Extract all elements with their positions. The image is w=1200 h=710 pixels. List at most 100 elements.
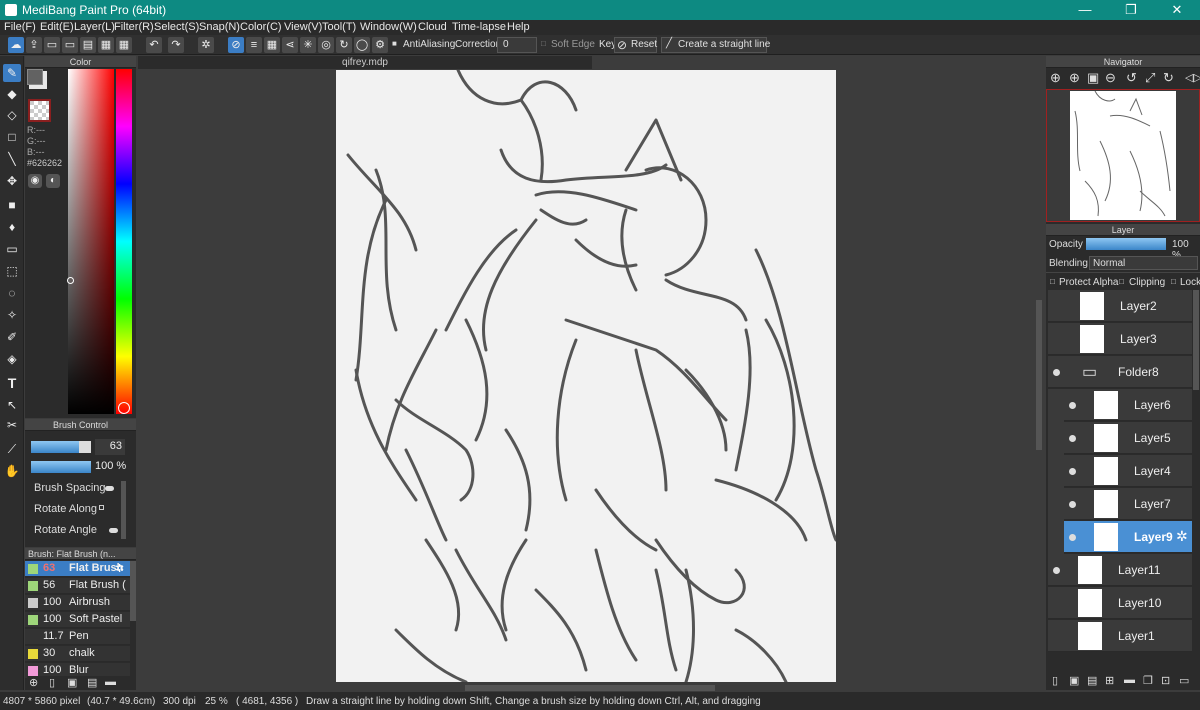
rectangle-tool-icon[interactable]: □ [3, 128, 21, 146]
menu-color[interactable]: Color(C) [240, 21, 282, 33]
vanish-snap-icon[interactable]: ⋖ [282, 37, 298, 53]
dot-eraser-icon[interactable]: ◇ [3, 106, 21, 124]
lock-checkbox[interactable]: □ [1171, 277, 1176, 286]
new-halftone-layer-icon[interactable]: ▤ [1087, 674, 1097, 687]
fit-icon[interactable]: ▣ [1087, 70, 1099, 86]
hue-slider-marker[interactable] [118, 402, 130, 414]
brush-item[interactable]: 30 chalk [25, 646, 130, 662]
rotate-angle-slider[interactable] [109, 528, 118, 533]
visibility-icon[interactable] [1053, 369, 1060, 376]
visibility-icon[interactable] [1069, 402, 1076, 409]
brush-opacity-slider[interactable] [31, 461, 91, 473]
close-button[interactable]: ✕ [1154, 0, 1200, 20]
brush-tool-icon[interactable]: ✎ [3, 64, 21, 82]
maximize-button[interactable]: ❐ [1108, 0, 1154, 20]
drawing-canvas[interactable] [336, 70, 836, 682]
primary-color-swatch[interactable] [27, 69, 43, 85]
layer-row-layer10[interactable]: Layer10 [1048, 587, 1192, 619]
menu-snap[interactable]: Snap(N) [199, 21, 240, 33]
bucket-tool-icon[interactable]: ♦ [3, 218, 21, 236]
text-tool-icon[interactable]: T [3, 374, 21, 392]
menu-filter[interactable]: Filter(R) [114, 21, 154, 33]
transparent-color-swatch[interactable] [28, 99, 51, 122]
add-brush-icon[interactable]: ⊕ [29, 676, 38, 689]
edit-brush-icon[interactable]: ▣ [67, 676, 77, 689]
clipping-checkbox[interactable]: □ [1119, 277, 1124, 286]
eyedropper-icon[interactable]: ⟋ [3, 440, 21, 458]
minimize-button[interactable]: — [1062, 0, 1108, 20]
hand-tool-icon[interactable]: ✋ [3, 462, 21, 480]
line-tool-icon[interactable]: ╲ [3, 150, 21, 168]
comment-icon[interactable]: ▭ [44, 37, 60, 53]
duplicate-layer-icon[interactable]: ❐ [1143, 674, 1153, 687]
layer-row-layer9[interactable]: Layer9 ✲ [1064, 521, 1192, 553]
settings-icon[interactable]: ⚙ [372, 37, 388, 53]
rotate-along-checkbox[interactable] [99, 505, 104, 510]
menu-layer[interactable]: Layer(L) [74, 21, 115, 33]
eraser-tool-icon[interactable]: ◆ [3, 85, 21, 103]
color-wheel-icon[interactable]: ◐ [46, 174, 60, 188]
rotate-left-icon[interactable]: ↺ [1126, 70, 1137, 86]
menu-timelapse[interactable]: Time-lapse [452, 21, 506, 33]
reset-button[interactable]: ⊘ Reset [614, 37, 657, 53]
layer-row-layer2[interactable]: Layer2 [1048, 290, 1192, 322]
visibility-icon[interactable] [1069, 435, 1076, 442]
brush-settings-icon[interactable]: ✲ [115, 562, 124, 575]
brush-item[interactable]: 11.7 Pen [25, 629, 130, 645]
menu-cloud[interactable]: Cloud [418, 21, 447, 33]
sparkle-icon[interactable]: ✲ [198, 37, 214, 53]
document-tab[interactable]: qifrey.mdp [138, 56, 592, 69]
saturation-value-field[interactable] [68, 69, 114, 414]
menu-window[interactable]: Window(W) [360, 21, 417, 33]
delete-layer-icon[interactable]: ▭ [1179, 674, 1189, 687]
operation-tool-icon[interactable]: ↖ [3, 396, 21, 414]
menu-select[interactable]: Select(S) [154, 21, 199, 33]
antialiasing-checkbox[interactable]: ■ [392, 39, 397, 48]
new-folder-icon[interactable]: ▬ [1124, 674, 1135, 686]
visibility-icon[interactable] [1069, 534, 1076, 541]
color-picker-marker[interactable] [67, 277, 74, 284]
straight-line-button[interactable]: ╱ Create a straight line [661, 37, 770, 53]
cross-snap-icon[interactable]: ▦ [264, 37, 280, 53]
lasso-tool-icon[interactable]: ◌ [3, 284, 21, 302]
protect-alpha-checkbox[interactable]: □ [1050, 277, 1055, 286]
magic-wand-icon[interactable]: ✧ [3, 306, 21, 324]
navigator-preview[interactable] [1046, 89, 1200, 222]
add-layer-icon[interactable]: ⊞ [1105, 674, 1114, 687]
parallel-snap-icon[interactable]: ≡ [246, 37, 262, 53]
blending-select[interactable]: Normal [1089, 256, 1198, 270]
move-tool-icon[interactable]: ✥ [3, 172, 21, 190]
rotate-right-icon[interactable]: ↻ [1163, 70, 1174, 86]
palette-icon[interactable]: ◉ [28, 174, 42, 188]
layer-row-layer4[interactable]: Layer4 [1064, 455, 1192, 487]
menu-view[interactable]: View(V) [284, 21, 322, 33]
ellipse-snap-icon[interactable]: ◯ [354, 37, 370, 53]
brush-size-slider[interactable] [31, 441, 91, 453]
panel-icon[interactable]: ▦ [98, 37, 114, 53]
merge-layer-icon[interactable]: ⊡ [1161, 674, 1170, 687]
menu-tool[interactable]: Tool(T) [322, 21, 356, 33]
new-brush-icon[interactable]: ▯ [49, 676, 55, 689]
layer-list-scrollbar[interactable] [1193, 290, 1199, 390]
page-icon[interactable]: ▤ [80, 37, 96, 53]
circle-snap-icon[interactable]: ◎ [318, 37, 334, 53]
brush-size-value[interactable]: 63 [95, 439, 125, 455]
brush-item[interactable]: 56 Flat Brush ( [25, 578, 130, 594]
layer-row-layer11[interactable]: Layer11 [1048, 554, 1192, 586]
cloud-icon[interactable]: ☁ [8, 37, 24, 53]
zoom-in-icon[interactable]: ⊕ [1050, 70, 1061, 86]
undo-icon[interactable]: ↶ [146, 37, 162, 53]
layer-row-layer6[interactable]: Layer6 [1064, 389, 1192, 421]
layer-row-layer5[interactable]: Layer5 [1064, 422, 1192, 454]
brush-spacing-slider[interactable] [105, 486, 114, 491]
brush-control-scrollbar[interactable] [121, 481, 126, 539]
canvas-horizontal-scrollbar[interactable] [465, 685, 715, 691]
visibility-icon[interactable] [1069, 468, 1076, 475]
flip-horizontal-icon[interactable]: ◁▷ [1185, 71, 1200, 84]
brush-item-flat-brush[interactable]: 63 Flat Brush ✲ [25, 561, 130, 577]
zoom-out-icon[interactable]: ⊖ [1105, 70, 1116, 86]
soft-edge-checkbox[interactable]: □ [541, 39, 546, 48]
new-color-layer-icon[interactable]: ▣ [1069, 674, 1079, 687]
layer-settings-icon[interactable]: ✲ [1176, 528, 1188, 545]
fill-rect-icon[interactable]: ■ [3, 196, 21, 214]
